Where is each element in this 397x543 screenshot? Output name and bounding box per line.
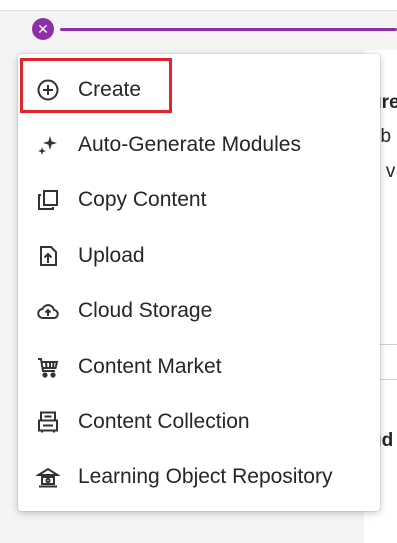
menu-item-label: Learning Object Repository	[78, 465, 333, 489]
menu-item-create[interactable]: Create	[18, 57, 380, 117]
menu-item-label: Create	[78, 77, 142, 101]
menu-item-label: Upload	[78, 243, 145, 267]
menu-item-label: Cloud Storage	[78, 299, 213, 323]
menu-item-label: Content Collection	[78, 410, 250, 434]
menu-item-upload[interactable]: Upload	[18, 228, 380, 283]
menu-item-copy-content[interactable]: Copy Content	[18, 173, 380, 228]
repository-icon	[36, 465, 60, 489]
sparkle-icon	[36, 133, 60, 157]
menu-item-label: Copy Content	[78, 188, 207, 212]
plus-circle-icon	[36, 78, 60, 102]
close-icon: ✕	[37, 21, 49, 37]
menu-item-label: Content Market	[78, 354, 222, 378]
upload-icon	[36, 244, 60, 268]
menu-item-cloud-storage[interactable]: Cloud Storage	[18, 284, 380, 339]
menu-item-auto-generate-modules[interactable]: Auto-Generate Modules	[18, 117, 380, 172]
collection-icon	[36, 410, 60, 434]
menu-item-content-market[interactable]: Content Market	[18, 339, 380, 394]
menu-item-learning-object-repository[interactable]: Learning Object Repository	[18, 450, 380, 505]
insert-divider-line	[60, 28, 397, 31]
cart-icon	[36, 355, 60, 379]
background-card	[0, 0, 397, 11]
close-insert-button[interactable]: ✕	[32, 18, 54, 40]
cloud-upload-icon	[36, 299, 60, 323]
add-content-menu: Create Auto-Generate Modules Copy Conten…	[18, 54, 380, 511]
copy-icon	[36, 188, 60, 212]
menu-item-content-collection[interactable]: Content Collection	[18, 394, 380, 449]
menu-item-label: Auto-Generate Modules	[78, 133, 301, 157]
